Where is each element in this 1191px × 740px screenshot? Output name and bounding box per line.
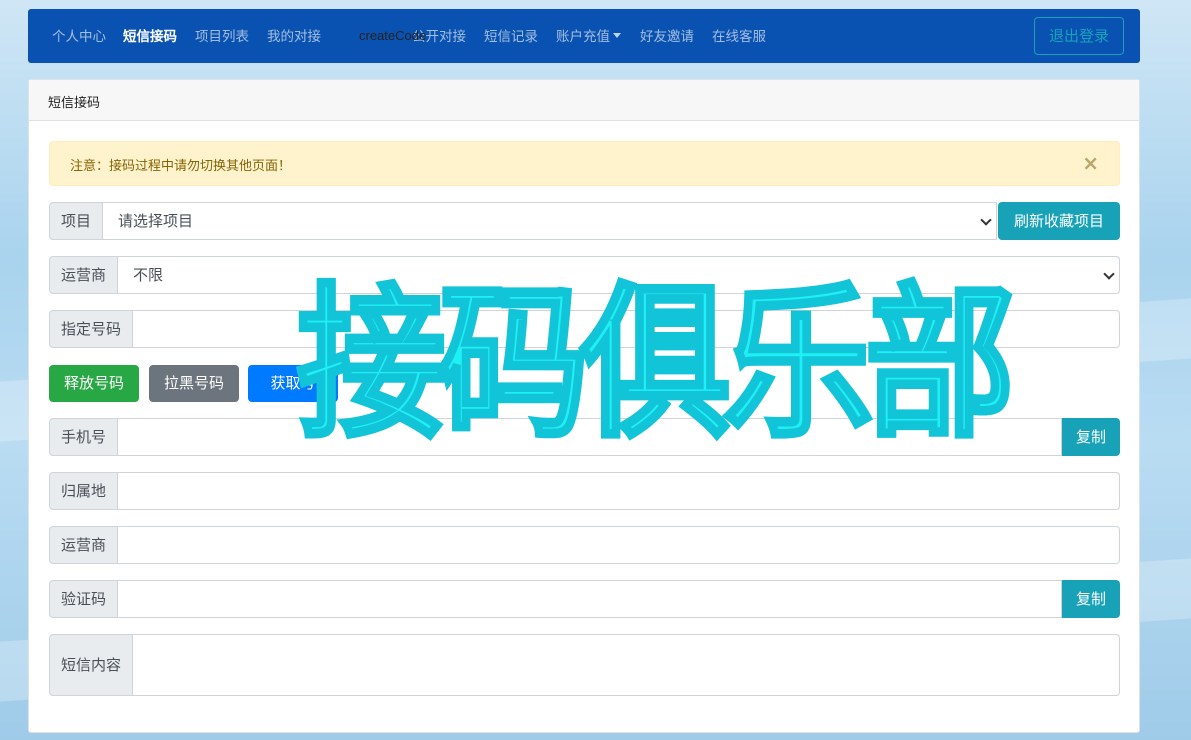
nav-item-support[interactable]: 在线客服 — [712, 28, 766, 46]
get-number-button[interactable]: 获取号 — [248, 365, 338, 402]
project-row: 项目 请选择项目 刷新收藏项目 — [49, 202, 1120, 240]
sms-receive-card: 短信接码 注意：接码过程中请勿切换其他页面！ × 项目 请选择项目 刷新收藏项目… — [28, 79, 1140, 733]
warning-alert: 注意：接码过程中请勿切换其他页面！ × — [49, 141, 1120, 186]
card-header: 短信接码 — [29, 80, 1139, 121]
top-navbar: 个人中心 短信接码 项目列表 我的对接 公开对接 短信记录 账户充值 好友邀请 … — [28, 9, 1140, 63]
sms-content-label: 短信内容 — [49, 634, 134, 696]
carrier-row: 运营商 不限 — [49, 256, 1120, 294]
sms-content-row: 短信内容 — [49, 634, 1120, 696]
stray-debug-label: createCode — [359, 28, 427, 43]
copy-code-button[interactable]: 复制 — [1062, 580, 1120, 618]
operator-label: 运营商 — [49, 526, 119, 564]
refresh-favorites-button[interactable]: 刷新收藏项目 — [998, 202, 1120, 240]
code-label: 验证码 — [49, 580, 119, 618]
nav-item-sms-receive[interactable]: 短信接码 — [123, 28, 177, 46]
location-row: 归属地 — [49, 472, 1120, 510]
nav-item-my-docking[interactable]: 我的对接 — [267, 28, 321, 46]
project-select[interactable]: 请选择项目 — [103, 202, 997, 240]
phone-label: 手机号 — [49, 418, 119, 456]
nav-item-recharge-label: 账户充值 — [556, 29, 610, 45]
nav-item-profile[interactable]: 个人中心 — [52, 28, 106, 46]
nav-item-projects[interactable]: 项目列表 — [195, 28, 249, 46]
code-input[interactable] — [118, 580, 1062, 618]
phone-row: 手机号 复制 — [49, 418, 1120, 456]
specified-number-row: 指定号码 — [49, 310, 1120, 348]
operator-row: 运营商 — [49, 526, 1120, 564]
nav-item-invite[interactable]: 好友邀请 — [640, 28, 694, 46]
copy-phone-button[interactable]: 复制 — [1062, 418, 1120, 456]
nav-item-sms-records[interactable]: 短信记录 — [484, 28, 538, 46]
phone-input[interactable] — [118, 418, 1062, 456]
logout-button[interactable]: 退出登录 — [1034, 17, 1124, 55]
project-select-value: 请选择项目 — [118, 212, 194, 230]
specified-number-label: 指定号码 — [49, 310, 134, 348]
location-label: 归属地 — [49, 472, 119, 510]
location-input[interactable] — [118, 472, 1120, 510]
chevron-down-icon — [1103, 268, 1115, 280]
carrier-select-value: 不限 — [133, 266, 164, 284]
carrier-select[interactable]: 不限 — [118, 256, 1120, 294]
project-label: 项目 — [49, 202, 104, 240]
alert-text: 注意：接码过程中请勿切换其他页面！ — [70, 159, 292, 174]
nav-item-recharge[interactable]: 账户充值 — [556, 28, 621, 46]
operator-input[interactable] — [118, 526, 1120, 564]
release-number-button[interactable]: 释放号码 — [49, 365, 139, 402]
blacklist-number-button[interactable]: 拉黑号码 — [149, 365, 239, 402]
close-icon[interactable]: × — [1082, 152, 1099, 174]
chevron-down-icon — [980, 214, 992, 226]
chevron-down-icon — [613, 33, 621, 38]
specified-number-input[interactable] — [133, 310, 1120, 348]
carrier-label: 运营商 — [49, 256, 119, 294]
sms-content-textarea[interactable] — [133, 634, 1120, 696]
code-row: 验证码 复制 — [49, 580, 1120, 618]
